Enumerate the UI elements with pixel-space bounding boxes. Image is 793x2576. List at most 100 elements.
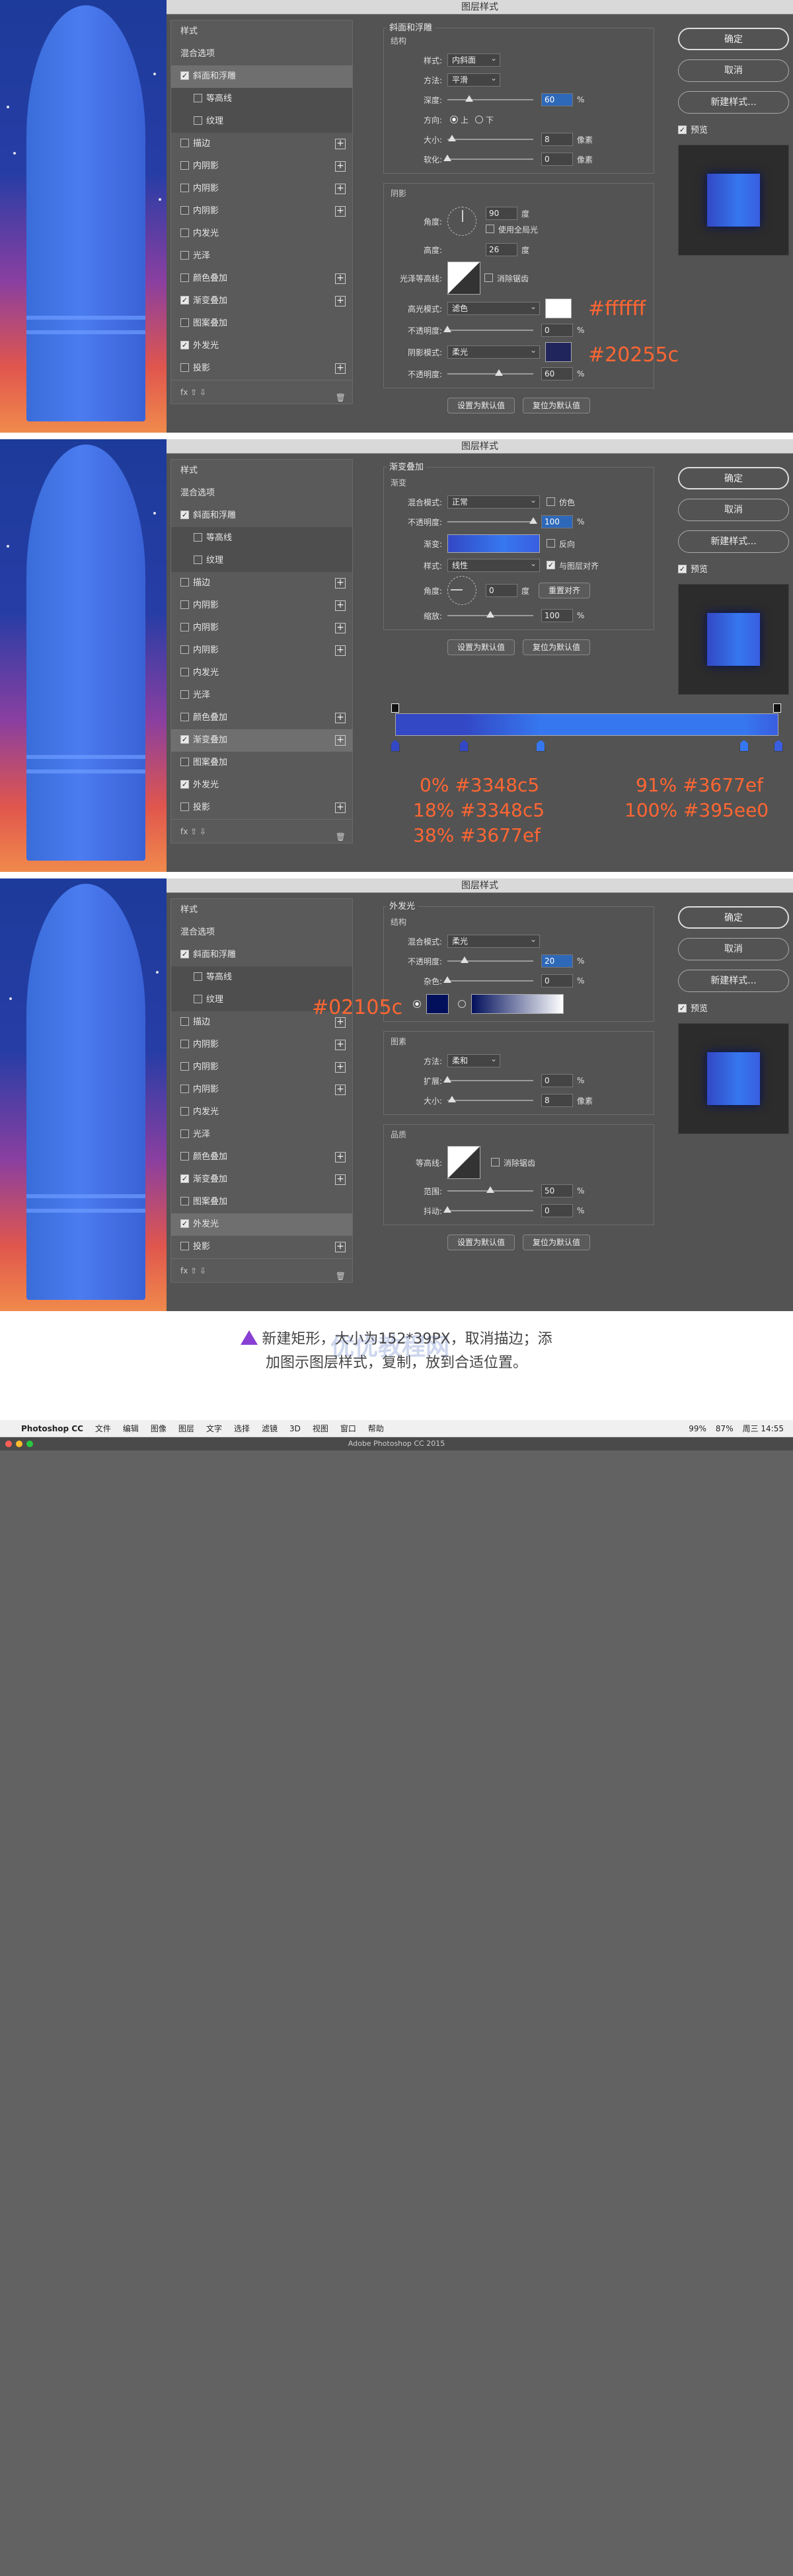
style-checkbox[interactable] (180, 713, 189, 721)
style-checkbox[interactable] (194, 116, 202, 125)
style-list-item[interactable]: ✓ 渐变叠加 + (171, 729, 352, 752)
app-menu[interactable]: Photoshop CC (21, 1420, 83, 1437)
ok-button[interactable]: 确定 (678, 467, 789, 489)
style-checkbox[interactable] (180, 690, 189, 699)
menu-item[interactable]: 窗口 (340, 1420, 356, 1437)
style-checkbox[interactable] (180, 139, 189, 147)
style-list-item[interactable]: 内阴影 + (171, 1034, 352, 1056)
style-list-item[interactable]: 投影 + (171, 357, 352, 380)
style-checkbox[interactable] (180, 184, 189, 192)
add-icon[interactable]: + (335, 578, 346, 589)
add-icon[interactable]: + (335, 600, 346, 611)
style-list-item[interactable]: 纹理 (171, 110, 352, 133)
style-list-item[interactable]: 内发光 (171, 1101, 352, 1124)
contour-picker[interactable] (447, 1146, 480, 1179)
style-checkbox[interactable] (180, 1197, 189, 1205)
move-arrows-icon[interactable]: ⇧ ⇩ (188, 827, 206, 836)
style-list-item[interactable]: 内阴影 + (171, 617, 352, 639)
style-checkbox[interactable]: ✓ (180, 780, 189, 789)
style-list-item[interactable]: 内阴影 + (171, 1056, 352, 1079)
reverse-checkbox[interactable] (547, 538, 555, 548)
highlight-mode-dropdown[interactable]: 滤色 (447, 301, 540, 315)
style-list-item[interactable]: 混合选项 (171, 921, 352, 944)
fx-icon[interactable]: fx (180, 388, 188, 397)
antialias-checkbox[interactable] (491, 1157, 500, 1166)
noise-slider[interactable] (443, 976, 533, 983)
add-icon[interactable]: + (335, 184, 346, 194)
style-checkbox[interactable] (194, 533, 202, 542)
menu-item[interactable]: 3D (289, 1420, 301, 1437)
menu-item[interactable]: 选择 (234, 1420, 250, 1437)
move-arrows-icon[interactable]: ⇧ ⇩ (188, 388, 206, 397)
add-icon[interactable]: + (335, 1174, 346, 1185)
add-icon[interactable]: + (335, 1242, 346, 1252)
style-checkbox[interactable] (180, 578, 189, 587)
style-checkbox[interactable] (180, 1107, 189, 1116)
altitude-input[interactable]: 26 (486, 243, 517, 256)
sh-opacity-input[interactable]: 60 (541, 367, 573, 380)
add-icon[interactable]: + (335, 623, 346, 633)
size-slider[interactable] (447, 1096, 533, 1102)
preview-checkbox[interactable]: ✓ (678, 1004, 687, 1013)
style-list-item[interactable]: ✓ 外发光 (171, 774, 352, 797)
make-default-button[interactable]: 设置为默认值 (447, 639, 515, 655)
size-slider[interactable] (447, 135, 533, 141)
technique-dropdown[interactable]: 平滑 (447, 72, 500, 87)
add-icon[interactable]: + (335, 713, 346, 723)
menu-item[interactable]: 图层 (178, 1420, 194, 1437)
highlight-color-swatch[interactable] (545, 299, 572, 318)
style-list-item[interactable]: 等高线 (171, 527, 352, 550)
new-style-button[interactable]: 新建样式... (678, 530, 789, 553)
style-checkbox[interactable] (180, 363, 189, 372)
depth-input[interactable]: 60 (541, 93, 573, 106)
cancel-button[interactable]: 取消 (678, 938, 789, 960)
glow-color-swatch[interactable] (426, 994, 449, 1014)
preview-checkbox[interactable]: ✓ (678, 565, 687, 573)
style-checkbox[interactable] (194, 555, 202, 564)
gloss-contour-picker[interactable] (447, 262, 480, 295)
add-icon[interactable]: + (335, 1040, 346, 1050)
add-icon[interactable]: + (335, 161, 346, 172)
menu-item[interactable]: 帮助 (368, 1420, 384, 1437)
angle-dial[interactable] (447, 576, 476, 605)
cancel-button[interactable]: 取消 (678, 499, 789, 521)
style-list-item[interactable]: 投影 + (171, 1236, 352, 1258)
style-list-item[interactable]: 内阴影 + (171, 594, 352, 617)
style-list-item[interactable]: 光泽 (171, 684, 352, 707)
spread-slider[interactable] (443, 1076, 533, 1083)
style-list-item[interactable]: 描边 + (171, 133, 352, 155)
angle-input[interactable]: 90 (486, 207, 517, 220)
global-light-checkbox[interactable] (486, 224, 494, 233)
menu-item[interactable]: 编辑 (123, 1420, 139, 1437)
method-dropdown[interactable]: 柔和 (447, 1053, 500, 1067)
dir-up-radio[interactable] (450, 116, 458, 124)
style-checkbox[interactable]: ✓ (180, 1219, 189, 1228)
style-checkbox[interactable] (180, 318, 189, 327)
menu-item[interactable]: 视图 (313, 1420, 328, 1437)
opacity-input[interactable]: 100 (541, 515, 573, 528)
style-checkbox[interactable] (180, 1062, 189, 1071)
fx-icon[interactable]: fx (180, 827, 188, 836)
style-checkbox[interactable] (194, 995, 202, 1003)
style-list-item[interactable]: 等高线 (171, 88, 352, 110)
new-style-button[interactable]: 新建样式... (678, 91, 789, 114)
style-checkbox[interactable]: ✓ (180, 950, 189, 958)
gradient-editor-bar[interactable] (395, 713, 778, 736)
noise-input[interactable]: 0 (541, 974, 573, 987)
style-list-item[interactable]: 内阴影 + (171, 1079, 352, 1101)
style-checkbox[interactable] (180, 623, 189, 631)
style-checkbox[interactable] (180, 1152, 189, 1161)
style-checkbox[interactable] (180, 229, 189, 237)
style-checkbox[interactable] (194, 94, 202, 102)
add-icon[interactable]: + (335, 803, 346, 813)
add-icon[interactable]: + (335, 139, 346, 149)
style-list-item[interactable]: 图案叠加 (171, 752, 352, 774)
make-default-button[interactable]: 设置为默认值 (447, 1234, 515, 1250)
style-list-item[interactable]: 颜色叠加 + (171, 707, 352, 729)
style-list-item[interactable]: 描边 + (171, 572, 352, 594)
style-list-item[interactable]: ✓ 外发光 (171, 335, 352, 357)
style-checkbox[interactable] (180, 251, 189, 260)
jitter-input[interactable]: 0 (541, 1204, 573, 1217)
style-list-item[interactable]: ✓ 渐变叠加 + (171, 290, 352, 312)
cancel-button[interactable]: 取消 (678, 59, 789, 82)
